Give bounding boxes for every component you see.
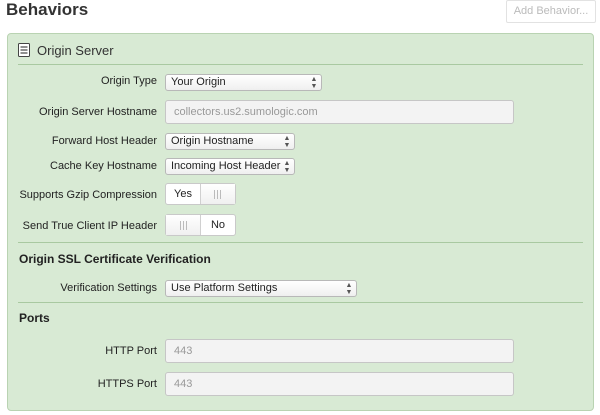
toggle-grip-icon xyxy=(200,184,235,204)
add-behavior-button[interactable]: Add Behavior... xyxy=(506,0,596,23)
ports-section-title: Ports xyxy=(19,311,50,325)
ssl-section-title: Origin SSL Certificate Verification xyxy=(19,252,211,266)
true-client-ip-label: Send True Client IP Header xyxy=(22,220,157,232)
divider xyxy=(18,242,583,243)
origin-server-panel: Origin Server Origin Type Your Origin ▲ ▼… xyxy=(7,33,594,411)
origin-type-select[interactable]: Your Origin ▲ ▼ xyxy=(165,74,322,91)
true-client-ip-toggle[interactable]: No xyxy=(165,214,236,236)
https-port-label: HTTPS Port xyxy=(97,378,157,390)
panel-header: Origin Server xyxy=(18,41,114,59)
cache-key-hostname-select[interactable]: Incoming Host Header ▲ ▼ xyxy=(165,158,295,175)
forward-host-header-value: Origin Hostname xyxy=(171,135,254,147)
cache-key-hostname-label: Cache Key Hostname xyxy=(50,160,157,172)
gzip-label: Supports Gzip Compression xyxy=(19,189,157,201)
page-title: Behaviors xyxy=(6,0,89,19)
gzip-toggle[interactable]: Yes xyxy=(165,183,236,205)
forward-host-header-select[interactable]: Origin Hostname ▲ ▼ xyxy=(165,133,295,150)
verification-settings-select[interactable]: Use Platform Settings ▲ ▼ xyxy=(165,280,357,297)
gzip-yes-label: Yes xyxy=(174,188,192,200)
divider xyxy=(18,64,583,65)
document-icon xyxy=(18,43,30,57)
divider xyxy=(18,302,583,303)
true-client-ip-no-label: No xyxy=(210,219,226,231)
select-arrows-icon: ▲ ▼ xyxy=(283,159,291,174)
select-arrows-icon: ▲ ▼ xyxy=(283,134,291,149)
cache-key-hostname-value: Incoming Host Header xyxy=(171,160,281,172)
origin-hostname-label: Origin Server Hostname xyxy=(39,106,157,118)
verification-settings-value: Use Platform Settings xyxy=(171,282,278,294)
toggle-grip-icon xyxy=(166,215,201,235)
origin-type-value: Your Origin xyxy=(171,76,226,88)
verification-settings-label: Verification Settings xyxy=(60,282,157,294)
https-port-input[interactable]: 443 xyxy=(165,372,514,396)
select-arrows-icon: ▲ ▼ xyxy=(310,75,318,90)
origin-type-label: Origin Type xyxy=(100,75,157,87)
forward-host-header-label: Forward Host Header xyxy=(51,135,157,147)
select-arrows-icon: ▲ ▼ xyxy=(345,281,353,296)
panel-title: Origin Server xyxy=(37,42,114,58)
http-port-label: HTTP Port xyxy=(105,345,157,357)
origin-hostname-input[interactable]: collectors.us2.sumologic.com xyxy=(165,100,514,124)
http-port-input[interactable]: 443 xyxy=(165,339,514,363)
